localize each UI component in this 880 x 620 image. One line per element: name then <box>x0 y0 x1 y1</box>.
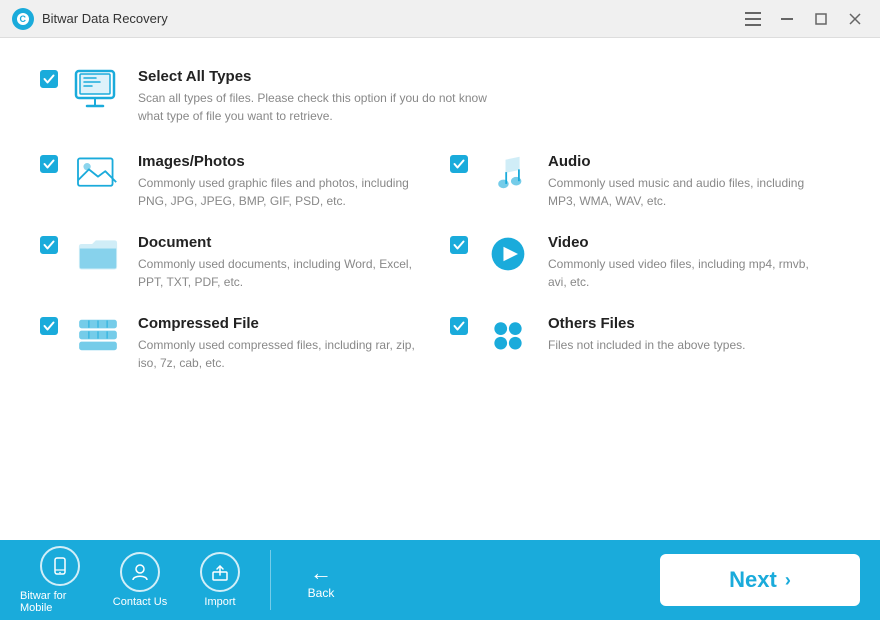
mobile-button[interactable]: Bitwar for Mobile <box>20 546 100 614</box>
select-all-row: Select All Types Scan all types of files… <box>40 68 840 125</box>
compressed-icon <box>72 315 124 355</box>
footer-actions: Bitwar for Mobile Contact Us Import <box>20 546 260 614</box>
others-desc: Files not included in the above types. <box>548 336 745 354</box>
mobile-icon <box>40 546 80 586</box>
others-label: Others Files <box>548 315 745 332</box>
images-desc: Commonly used graphic files and photos, … <box>138 174 418 210</box>
type-item-document: Document Commonly used documents, includ… <box>40 234 430 291</box>
select-all-title: Select All Types <box>138 68 498 85</box>
compressed-text: Compressed File Commonly used compressed… <box>138 315 418 372</box>
app-title: Bitwar Data Recovery <box>42 11 740 26</box>
back-label: Back <box>308 586 335 600</box>
type-item-audio: Audio Commonly used music and audio file… <box>450 153 840 210</box>
contact-icon <box>120 552 160 592</box>
document-checkbox[interactable] <box>40 236 58 254</box>
document-desc: Commonly used documents, including Word,… <box>138 255 418 291</box>
select-all-checkbox[interactable] <box>40 70 58 88</box>
document-label: Document <box>138 234 418 251</box>
video-checkbox[interactable] <box>450 236 468 254</box>
footer: Bitwar for Mobile Contact Us Import <box>0 540 880 620</box>
contact-label: Contact Us <box>113 596 167 608</box>
compressed-label: Compressed File <box>138 315 418 332</box>
document-text: Document Commonly used documents, includ… <box>138 234 418 291</box>
import-label: Import <box>204 596 235 608</box>
type-item-images: Images/Photos Commonly used graphic file… <box>40 153 430 210</box>
others-icon <box>482 315 534 355</box>
mobile-label: Bitwar for Mobile <box>20 590 100 614</box>
contact-button[interactable]: Contact Us <box>100 546 180 614</box>
video-icon <box>482 234 534 274</box>
video-text: Video Commonly used video files, includi… <box>548 234 828 291</box>
main-content: Select All Types Scan all types of files… <box>0 38 880 540</box>
close-button[interactable] <box>842 9 868 29</box>
type-item-compressed: Compressed File Commonly used compressed… <box>40 315 430 372</box>
minimize-button[interactable] <box>774 9 800 29</box>
next-label: Next <box>729 567 777 593</box>
audio-text: Audio Commonly used music and audio file… <box>548 153 828 210</box>
footer-divider <box>270 550 271 610</box>
images-text: Images/Photos Commonly used graphic file… <box>138 153 418 210</box>
import-icon <box>200 552 240 592</box>
images-icon <box>72 153 124 193</box>
document-icon <box>72 234 124 274</box>
video-desc: Commonly used video files, including mp4… <box>548 255 828 291</box>
back-arrow-icon: ← <box>310 560 332 586</box>
select-all-desc: Scan all types of files. Please check th… <box>138 89 498 125</box>
images-checkbox[interactable] <box>40 155 58 173</box>
titlebar: C Bitwar Data Recovery <box>0 0 880 38</box>
maximize-button[interactable] <box>808 9 834 29</box>
audio-desc: Commonly used music and audio files, inc… <box>548 174 828 210</box>
window-controls <box>740 9 868 29</box>
type-item-others: Others Files Files not included in the a… <box>450 315 840 372</box>
next-button[interactable]: Next › <box>660 554 860 606</box>
audio-checkbox[interactable] <box>450 155 468 173</box>
audio-icon <box>482 153 534 193</box>
svg-text:C: C <box>20 14 27 24</box>
type-item-video: Video Commonly used video files, includi… <box>450 234 840 291</box>
back-button[interactable]: ← Back <box>291 560 351 600</box>
hamburger-button[interactable] <box>740 9 766 29</box>
app-logo: C <box>12 8 34 30</box>
next-chevron-icon: › <box>785 570 791 591</box>
others-checkbox[interactable] <box>450 317 468 335</box>
audio-label: Audio <box>548 153 828 170</box>
others-text: Others Files Files not included in the a… <box>548 315 745 354</box>
file-types-grid: Images/Photos Commonly used graphic file… <box>40 153 840 372</box>
import-button[interactable]: Import <box>180 546 260 614</box>
monitor-icon <box>72 68 124 112</box>
compressed-desc: Commonly used compressed files, includin… <box>138 336 418 372</box>
select-all-text: Select All Types Scan all types of files… <box>138 68 498 125</box>
video-label: Video <box>548 234 828 251</box>
images-label: Images/Photos <box>138 153 418 170</box>
compressed-checkbox[interactable] <box>40 317 58 335</box>
